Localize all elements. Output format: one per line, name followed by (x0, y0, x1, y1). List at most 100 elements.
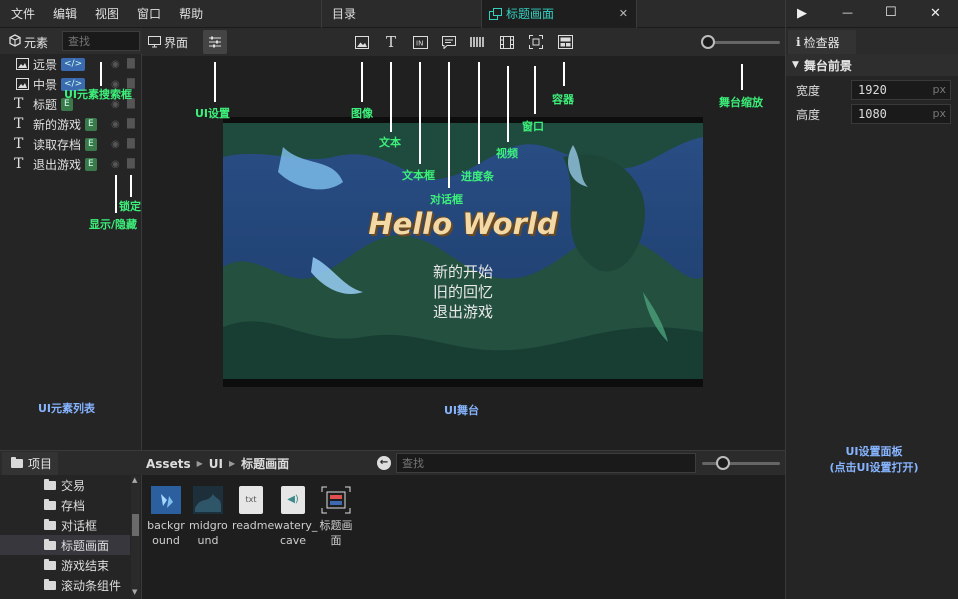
container-icon (557, 35, 573, 49)
eye-icon[interactable]: ◉ (111, 139, 120, 150)
info-icon: ℹ (796, 35, 801, 49)
height-unit: px (932, 107, 947, 120)
folder-row[interactable]: 交易 (44, 475, 85, 495)
stage-menu-exit[interactable]: 退出游戏 (223, 302, 703, 322)
stage-canvas[interactable]: Hello World 新的开始 旧的回忆 退出游戏 (223, 117, 703, 387)
tab-catalog[interactable]: 目录 (321, 0, 481, 28)
element-search-input[interactable] (62, 31, 140, 51)
asset-item[interactable]: midgro und (189, 486, 228, 548)
eye-icon[interactable]: ◉ (111, 159, 120, 170)
annotation-line (130, 175, 132, 197)
annotation-ui-stage: UI舞台 (444, 404, 480, 417)
sliders-icon (208, 36, 222, 48)
asset-zoom-track[interactable] (702, 462, 780, 465)
add-progress-button[interactable] (466, 30, 490, 54)
image-icon (355, 35, 369, 49)
asset-name: backgr ound (147, 519, 185, 547)
text-element-icon: T (14, 136, 24, 152)
folder-row[interactable]: 游戏结束 (44, 555, 109, 575)
menu-window[interactable]: 窗口 (128, 0, 170, 28)
ui-settings-button[interactable] (203, 30, 227, 54)
tab-title-screen[interactable]: 标题画面 ✕ (481, 0, 637, 28)
asset-item[interactable]: ◀) watery_ cave (274, 486, 317, 548)
breadcrumb-ui[interactable]: UI (209, 457, 223, 471)
lock-icon[interactable]: ▇ (127, 138, 135, 149)
add-text-button[interactable]: T (379, 30, 403, 54)
folder-row[interactable]: 对话框 (44, 515, 97, 535)
height-field[interactable]: 1080 px (851, 104, 951, 124)
eye-icon[interactable]: ◉ (111, 59, 120, 70)
close-window-icon[interactable]: ✕ (930, 6, 941, 21)
scroll-thumb[interactable] (132, 514, 139, 536)
scroll-up-icon[interactable]: ▲ (132, 476, 137, 484)
stage-zoom-track[interactable] (708, 41, 780, 44)
width-unit: px (932, 83, 947, 96)
window-tab-icon (488, 7, 502, 21)
progress-bar-icon (470, 37, 486, 47)
maximize-icon[interactable]: ☐ (885, 5, 897, 20)
close-tab-icon[interactable]: ✕ (619, 0, 628, 28)
element-row-new-game[interactable]: T 新的游戏 E (14, 114, 97, 134)
speech-bubble-icon (442, 35, 456, 49)
folder-tree-scrollbar[interactable]: ▲ ▼ (131, 476, 140, 598)
caret-down-icon: ▼ (792, 60, 799, 70)
svg-text:IN: IN (416, 39, 423, 47)
add-container-button[interactable] (553, 30, 577, 54)
lock-icon[interactable]: ▇ (127, 58, 135, 69)
element-label: 读取存档 (33, 137, 82, 152)
element-row-far[interactable]: 远景 </> (14, 54, 86, 74)
interface-tab[interactable]: 界面 (148, 30, 188, 54)
menu-edit[interactable]: 编辑 (44, 0, 86, 28)
cube-icon (9, 34, 21, 47)
asset-name: readme (232, 519, 275, 532)
add-image-button[interactable] (350, 30, 374, 54)
stage-menu-new[interactable]: 新的开始 (223, 262, 703, 282)
asset-zoom-knob[interactable] (716, 456, 730, 470)
menu-view[interactable]: 视图 (86, 0, 128, 28)
menu-items: 文件 编辑 视图 窗口 帮助 (2, 0, 212, 28)
width-label: 宽度 (796, 84, 821, 98)
add-video-button[interactable] (495, 30, 519, 54)
add-dialog-button[interactable] (437, 30, 461, 54)
project-tab[interactable]: 项目 (2, 452, 58, 475)
minimize-icon[interactable]: — (842, 6, 853, 19)
asset-item[interactable]: txt readme (232, 486, 275, 533)
annotation-line (534, 66, 536, 114)
asset-item[interactable]: backgr ound (147, 486, 185, 548)
folder-icon (44, 478, 56, 490)
element-row-load[interactable]: T 读取存档 E (14, 134, 97, 154)
asset-search-input[interactable] (396, 453, 696, 473)
lock-icon[interactable]: ▇ (127, 158, 135, 169)
stage-zoom-knob[interactable] (701, 35, 715, 49)
eye-icon[interactable]: ◉ (111, 119, 120, 130)
lock-icon[interactable]: ▇ (127, 118, 135, 129)
menu-file[interactable]: 文件 (2, 0, 44, 28)
audio-file-icon: ◀) (281, 486, 305, 514)
folder-row-selected[interactable]: 标题画面 (44, 535, 109, 555)
image-icon (14, 78, 30, 90)
folder-icon (44, 518, 56, 530)
annotation-settings-panel: UI设置面板 (点击UI设置打开) (810, 443, 938, 475)
scroll-down-icon[interactable]: ▼ (132, 588, 137, 596)
breadcrumb-assets[interactable]: Assets (146, 457, 191, 471)
back-arrow-icon[interactable]: ← (377, 456, 391, 470)
folder-row[interactable]: 滚动条组件 (44, 575, 121, 595)
folder-label: 标题画面 (61, 538, 110, 553)
annotation-settings-panel-line2: (点击UI设置打开) (829, 461, 919, 474)
inspector-tab[interactable]: ℹ 检查器 (788, 30, 856, 54)
element-row-exit[interactable]: T 退出游戏 E (14, 154, 97, 174)
annotation-video: 视频 (496, 147, 518, 160)
menu-help[interactable]: 帮助 (170, 0, 212, 28)
breadcrumb-title-screen[interactable]: 标题画面 (241, 455, 289, 472)
add-textbox-button[interactable]: IN (408, 30, 432, 54)
stage-menu: 新的开始 旧的回忆 退出游戏 (223, 262, 703, 322)
add-window-button[interactable] (524, 30, 548, 54)
breadcrumb: Assets ▶ UI ▶ 标题画面 (146, 455, 289, 472)
width-field[interactable]: 1920 px (851, 80, 951, 100)
play-icon[interactable]: ▶ (797, 6, 807, 21)
folder-row[interactable]: 存档 (44, 495, 85, 515)
inspector-section-header[interactable]: ▼ 舞台前景 (786, 54, 958, 76)
stage-menu-load[interactable]: 旧的回忆 (223, 282, 703, 302)
asset-item[interactable]: 标题画 面 (317, 486, 355, 548)
ui-window-asset-icon (321, 486, 351, 514)
